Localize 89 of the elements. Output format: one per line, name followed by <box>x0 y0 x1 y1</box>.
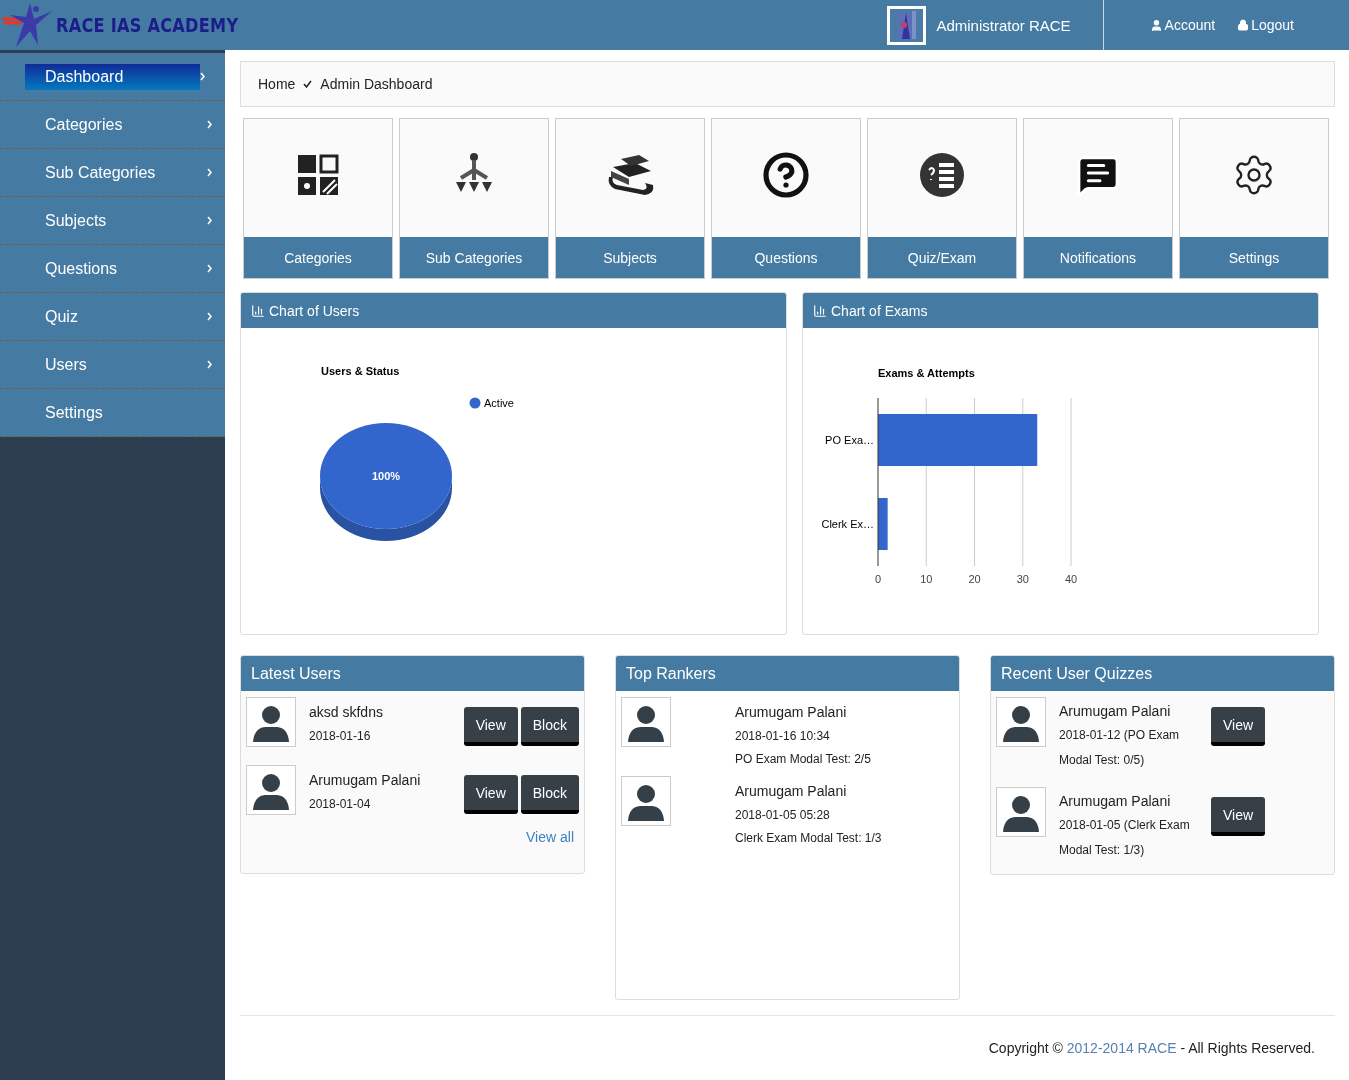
user-name: Arumugam Palani <box>1059 793 1172 809</box>
user-avatar <box>996 697 1046 747</box>
panel-title: Chart of Exams <box>831 302 928 319</box>
copyright-link[interactable]: 2012-2014 RACE <box>1066 1040 1177 1056</box>
view-button[interactable]: View <box>1211 707 1266 746</box>
view-all-link[interactable]: View all <box>526 829 574 845</box>
user-date: 2018-01-16 <box>309 729 372 743</box>
ranker-result: PO Exam Modal Test: 2/5 <box>735 752 872 766</box>
tile-label: Sub Categories <box>400 237 548 278</box>
action-button[interactable]: Block <box>520 707 579 746</box>
sidebar-item[interactable]: Users <box>0 341 225 389</box>
panel-title: Chart of Users <box>269 302 360 319</box>
breadcrumb-item[interactable]: Home <box>258 76 296 92</box>
user-name: Administrator RACE <box>936 0 1104 50</box>
copyright-text: Copyright © 2012-2014 RACE - All Rights Reserved. <box>988 1040 1315 1056</box>
shortcut-tile[interactable]: Subjects <box>555 118 705 279</box>
action-button[interactable]: View <box>463 707 518 746</box>
sidebar-item[interactable]: Subjects <box>0 197 225 245</box>
tick-label: 20 <box>968 573 981 585</box>
view-button[interactable]: View <box>1211 797 1266 836</box>
ranker-time: 2018-01-16 10:34 <box>735 729 831 743</box>
panel-title: Top Rankers <box>626 664 716 683</box>
quiz-detail: 2018-01-05 (Clerk Exam Modal Test: 1/3) <box>1059 817 1191 859</box>
user-date: 2018-01-04 <box>309 797 372 811</box>
shortcut-tile[interactable]: Categories <box>243 118 393 279</box>
panel-title: Latest Users <box>251 664 341 683</box>
shortcut-tile[interactable]: Notifications <box>1023 118 1173 279</box>
user-avatar <box>621 776 671 826</box>
sidebar-label: Sub Categories <box>45 163 157 182</box>
quiz-detail: 2018-01-12 (PO Exam Modal Test: 0/5) <box>1059 727 1181 769</box>
tick-label: 40 <box>1064 573 1078 585</box>
user-name: Arumugam Palani <box>309 772 422 788</box>
sidebar-label: Settings <box>45 403 104 422</box>
ranker-name: Arumugam Palani <box>735 783 848 799</box>
user-icon <box>1149 18 1163 32</box>
grid-icon <box>297 154 339 196</box>
sidebar-item[interactable]: Categories <box>0 101 225 149</box>
breadcrumb-item: Admin Dashboard <box>320 76 433 92</box>
user-avatar <box>621 697 671 747</box>
data-label: 100% <box>371 470 401 482</box>
tick-label: 0 <box>874 573 882 585</box>
shortcut-tile[interactable]: Sub Categories <box>399 118 549 279</box>
quiz-list-icon <box>919 152 965 198</box>
chart-title: Users & Status <box>321 365 400 377</box>
tile-label: Questions <box>712 237 860 278</box>
action-button[interactable]: View <box>463 775 518 814</box>
chart-icon <box>813 303 827 318</box>
axis-label: PO Exa… <box>825 434 874 446</box>
tile-label: Notifications <box>1024 237 1172 278</box>
header-link[interactable]: Account <box>1149 17 1216 33</box>
sidebar-item[interactable]: Dashboard <box>0 53 225 101</box>
user-avatar <box>246 765 296 815</box>
user-name: aksd skfdns <box>309 704 384 720</box>
sidebar-label: Questions <box>45 259 119 278</box>
tile-label: Quiz/Exam <box>868 237 1016 278</box>
tile-label: Subjects <box>556 237 704 278</box>
tile-label: Categories <box>244 237 392 278</box>
ranker-time: 2018-01-05 05:28 <box>735 808 831 822</box>
shortcut-tile[interactable]: Settings <box>1179 118 1329 279</box>
logo-text: RACE IAS ACADEMY <box>56 14 239 36</box>
lock-icon <box>1237 19 1250 31</box>
sidebar-label: Users <box>45 355 88 374</box>
sidebar-item[interactable]: Sub Categories <box>0 149 225 197</box>
user-avatar <box>246 697 296 747</box>
user-name: Arumugam Palani <box>1059 703 1172 719</box>
chart-icon <box>251 303 265 318</box>
tick-label: 30 <box>1016 573 1029 585</box>
panel-title: Recent User Quizzes <box>1001 664 1153 683</box>
header-link[interactable]: Logout <box>1237 17 1294 33</box>
ranker-result: Clerk Exam Modal Test: 1/3 <box>735 831 883 845</box>
legend-label: Active <box>484 397 514 409</box>
sidebar-item[interactable]: Quiz <box>0 293 225 341</box>
shortcut-tile[interactable]: Questions <box>711 118 861 279</box>
sidebar-item[interactable]: Questions <box>0 245 225 293</box>
chart-title: Exams & Attempts <box>878 367 975 379</box>
shortcut-tile[interactable]: Quiz/Exam <box>867 118 1017 279</box>
check-icon <box>303 80 313 88</box>
user-avatar <box>996 787 1046 837</box>
question-icon <box>762 151 810 199</box>
tick-label: 10 <box>920 573 933 585</box>
sidebar-label: Categories <box>45 115 124 134</box>
tile-label: Settings <box>1180 237 1328 278</box>
sidebar-item[interactable]: Settings <box>0 389 225 437</box>
action-button[interactable]: Block <box>520 775 579 814</box>
sidebar-label: Dashboard <box>25 63 200 90</box>
ranker-name: Arumugam Palani <box>735 704 848 720</box>
axis-label: Clerk Ex… <box>821 518 874 530</box>
sidebar-label: Quiz <box>45 307 79 326</box>
sidebar-label: Subjects <box>45 211 108 230</box>
